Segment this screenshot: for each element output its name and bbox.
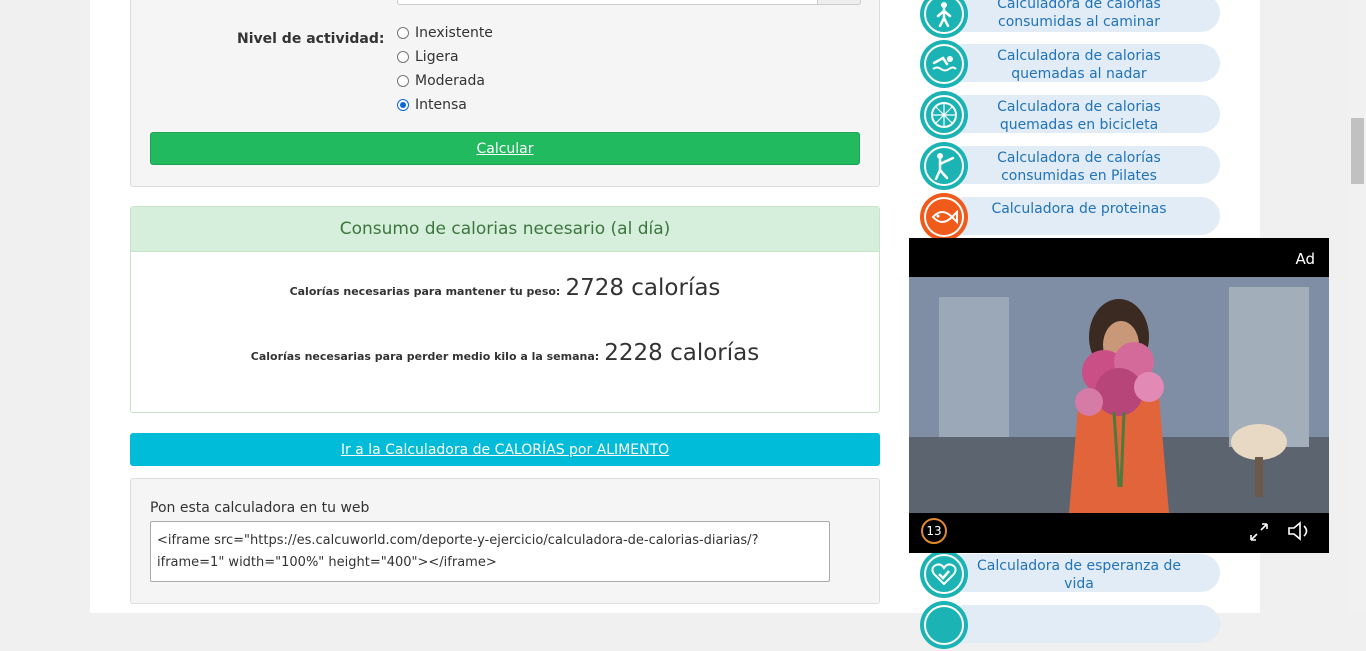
calculate-button[interactable]: Calcular [150, 132, 860, 165]
lose-weight-result: Calorías necesarias para perder medio ki… [131, 340, 879, 366]
sidebar-item-label: Calculadora de calorias quemadas en bici… [976, 98, 1182, 134]
maintain-weight-result: Calorías necesarias para mantener tu pes… [131, 275, 879, 301]
radio-checked-icon[interactable] [397, 99, 409, 111]
label-line-1: Calculadora de esperanza de [977, 558, 1181, 574]
label-line-2: quemadas en bicicleta [999, 117, 1159, 133]
sidebar-pill [945, 605, 1220, 643]
sidebar-item-life-expectancy[interactable]: Calculadora de esperanza de vida [920, 550, 1220, 600]
sidebar-item-label: Calculadora de esperanza de vida [976, 557, 1182, 593]
sidebar-item-label: Calculadora de calorias consumidas al ca… [976, 0, 1182, 31]
pilates-icon [920, 142, 968, 190]
sidebar-item-bicycle[interactable]: Calculadora de calorias quemadas en bici… [920, 91, 1220, 141]
label-line-2: consumidas en Pilates [1001, 168, 1157, 184]
label-line-1: Calculadora de calorias [997, 99, 1161, 115]
label-line-2: vida [1064, 576, 1094, 592]
input-addon [817, 0, 861, 5]
result-panel: Consumo de calorias necesario (al día) C… [130, 206, 880, 413]
activity-option-inexistente[interactable]: Inexistente [397, 25, 493, 41]
video-ad[interactable]: Ad 13 [909, 238, 1329, 553]
next-calculator-icon [920, 601, 968, 649]
fish-icon [920, 193, 968, 241]
radio-icon[interactable] [397, 75, 409, 87]
option-label: Moderada [415, 73, 485, 89]
heart-check-icon [920, 550, 968, 598]
embed-code-textarea[interactable]: <iframe src="https://es.calcuworld.com/d… [150, 521, 830, 582]
result-title: Consumo de calorias necesario (al día) [131, 207, 879, 252]
radio-icon[interactable] [397, 27, 409, 39]
sidebar-item-swimming[interactable]: Calculadora de calorias quemadas al nada… [920, 40, 1220, 90]
food-calculator-link[interactable]: Ir a la Calculadora de CALORÍAS por ALIM… [130, 433, 880, 466]
sidebar-item-label: Calculadora de calorías consumidas en Pi… [976, 149, 1182, 185]
sidebar-item-protein[interactable]: Calculadora de proteinas [920, 193, 1220, 243]
label-line-1: Calculadora de proteinas [991, 201, 1167, 217]
lose-value: 2228 calorías [604, 340, 760, 366]
radio-icon[interactable] [397, 51, 409, 63]
lose-label: Calorías necesarias para perder medio ki… [250, 350, 600, 363]
activity-option-ligera[interactable]: Ligera [397, 49, 459, 65]
ad-video-frame[interactable] [909, 277, 1329, 513]
option-label: Ligera [415, 49, 459, 65]
label-line-1: Calculadora de calorias [997, 48, 1161, 64]
swimming-icon [920, 40, 968, 88]
label-line-2: quemadas al nadar [1011, 66, 1147, 82]
option-label: Intensa [415, 97, 467, 113]
activity-option-intensa[interactable]: Intensa [397, 97, 467, 113]
scrollbar-thumb[interactable] [1351, 118, 1364, 184]
sidebar-item-label: Calculadora de calorias quemadas al nada… [976, 47, 1182, 83]
label-line-2: consumidas al caminar [998, 14, 1160, 30]
activity-option-moderada[interactable]: Moderada [397, 73, 485, 89]
previous-input-field[interactable] [397, 0, 861, 5]
page-scrollbar[interactable] [1349, 0, 1366, 613]
walking-icon [920, 0, 968, 38]
label-line-1: Calculadora de calorias [997, 0, 1161, 12]
ad-label: Ad [1295, 250, 1315, 268]
sidebar-item-next[interactable] [920, 601, 1220, 651]
label-line-1: Calculadora de calorías [997, 150, 1161, 166]
sidebar-item-walking[interactable]: Calculadora de calorias consumidas al ca… [920, 0, 1220, 40]
maintain-label: Calorías necesarias para mantener tu pes… [289, 285, 561, 298]
ad-countdown: 13 [921, 518, 947, 544]
bicycle-wheel-icon [920, 91, 968, 139]
sidebar-item-pilates[interactable]: Calculadora de calorías consumidas en Pi… [920, 142, 1220, 192]
option-label: Inexistente [415, 25, 493, 41]
fullscreen-icon[interactable] [1249, 522, 1269, 546]
volume-muted-icon[interactable] [1287, 520, 1313, 546]
maintain-value: 2728 calorías [565, 275, 721, 301]
activity-level-label: Nivel de actividad: [237, 31, 385, 47]
sidebar-item-label: Calculadora de proteinas [976, 200, 1182, 218]
embed-title: Pon esta calculadora en tu web [150, 500, 370, 516]
